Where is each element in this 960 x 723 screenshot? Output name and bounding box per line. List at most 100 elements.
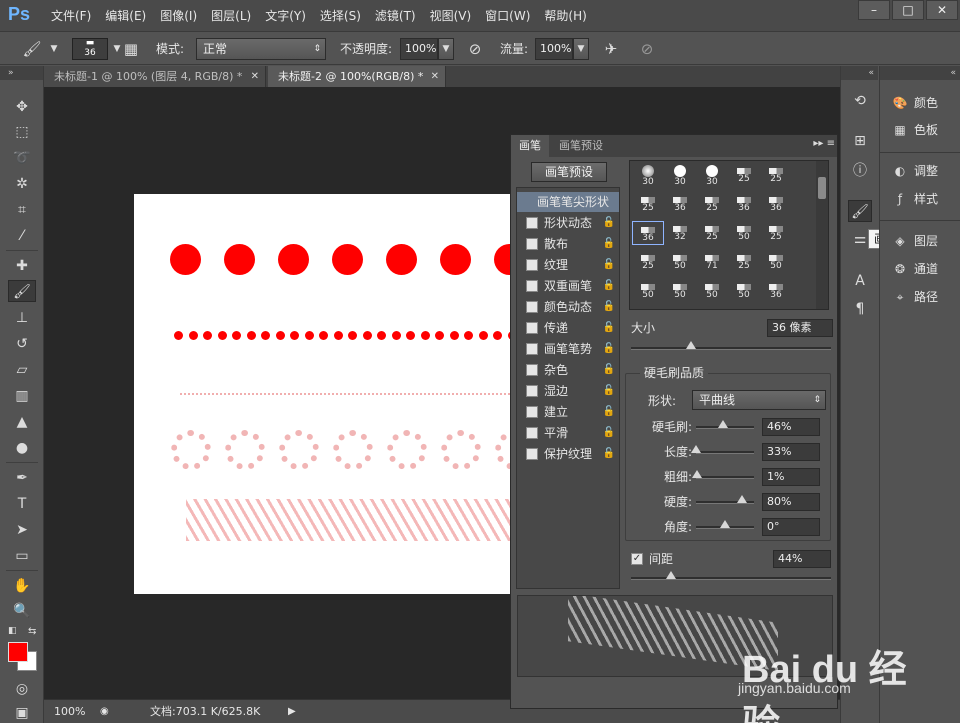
brush-setting-row[interactable]: 形状动态 🔓: [517, 213, 619, 233]
slider-knob[interactable]: [691, 470, 702, 478]
brush-tip[interactable]: 36: [632, 221, 664, 245]
history-panel-icon[interactable]: ⟲: [848, 90, 872, 112]
brush-tool-icon[interactable]: 🖌: [8, 280, 36, 302]
brush-panel-icon[interactable]: 🖌: [848, 200, 872, 222]
lock-icon[interactable]: 🔓: [603, 402, 615, 422]
maximize-icon[interactable]: □: [892, 0, 924, 20]
document-canvas[interactable]: [134, 194, 514, 594]
menu-layer[interactable]: 图层(L): [204, 0, 258, 32]
brush-tip[interactable]: 50: [728, 279, 760, 303]
share-icon[interactable]: ◉: [100, 703, 114, 721]
status-menu-arrow-icon[interactable]: ▶: [288, 703, 302, 721]
flow-dropdown-icon[interactable]: ▼: [573, 38, 589, 60]
dodge-tool-icon[interactable]: ●: [8, 437, 36, 459]
panel-color[interactable]: 🎨 颜色: [890, 92, 939, 114]
move-tool-icon[interactable]: ✥: [8, 96, 36, 118]
lock-icon[interactable]: 🔓: [603, 318, 615, 338]
gradient-tool-icon[interactable]: ▥: [8, 385, 36, 407]
brush-setting-row[interactable]: 散布 🔓: [517, 234, 619, 254]
collapse-dock-icon[interactable]: «: [841, 66, 878, 80]
brush-tip[interactable]: 50: [664, 250, 696, 274]
airbrush-icon[interactable]: ✈: [600, 38, 622, 60]
panel-adjustments[interactable]: ◐ 调整: [890, 160, 938, 182]
brush-tip[interactable]: 36: [664, 192, 696, 216]
foreground-color-swatch[interactable]: [8, 642, 28, 662]
panel-channels[interactable]: ❂ 通道: [890, 258, 938, 280]
tip-grid-scrollbar[interactable]: [816, 161, 828, 309]
opacity-input[interactable]: 100%: [400, 38, 438, 60]
param-input[interactable]: 1%: [762, 468, 820, 486]
slider-knob[interactable]: [717, 420, 728, 428]
menu-window[interactable]: 窗口(W): [478, 0, 537, 32]
paragraph-panel-icon[interactable]: ¶: [848, 298, 872, 320]
brush-tip[interactable]: 25: [760, 221, 792, 245]
brush-setting-row[interactable]: 湿边 🔓: [517, 381, 619, 401]
panel-layers[interactable]: ◈ 图层: [890, 230, 938, 252]
param-slider[interactable]: [691, 470, 754, 479]
size-input[interactable]: 36 像素: [767, 319, 833, 337]
screen-mode-icon[interactable]: ▣: [8, 702, 36, 723]
slider-knob[interactable]: [666, 571, 676, 579]
setting-checkbox[interactable]: [526, 427, 538, 439]
scrollbar-thumb[interactable]: [818, 177, 826, 199]
tool-preset-chevron-icon[interactable]: ▼: [48, 38, 60, 60]
brush-setting-row[interactable]: 保护纹理 🔓: [517, 444, 619, 464]
pen-tool-icon[interactable]: ✒: [8, 467, 36, 489]
size-slider[interactable]: [631, 341, 831, 350]
brush-setting-row[interactable]: 平滑 🔓: [517, 423, 619, 443]
brush-size-preview[interactable]: ▬ 36: [72, 38, 108, 60]
brush-presets-button[interactable]: 画笔预设: [531, 162, 607, 182]
hand-tool-icon[interactable]: ✋: [8, 575, 36, 597]
mode-select[interactable]: 正常 ⇕: [196, 38, 326, 60]
menu-filter[interactable]: 滤镜(T): [368, 0, 423, 32]
brush-tip[interactable]: 25: [760, 163, 792, 187]
brush-setting-row[interactable]: 纹理 🔓: [517, 255, 619, 275]
brush-tip[interactable]: 25: [696, 192, 728, 216]
healing-brush-tool-icon[interactable]: ✚: [8, 255, 36, 277]
lock-icon[interactable]: 🔓: [603, 255, 615, 275]
lock-icon[interactable]: 🔓: [603, 444, 615, 464]
setting-checkbox[interactable]: [526, 259, 538, 271]
eyedropper-tool-icon[interactable]: ⁄: [8, 225, 36, 247]
clone-stamp-tool-icon[interactable]: ⊥: [8, 307, 36, 329]
param-input[interactable]: 46%: [762, 418, 820, 436]
slider-knob[interactable]: [691, 445, 701, 453]
brush-setting-row[interactable]: 画笔笔势 🔓: [517, 339, 619, 359]
pressure-size-icon[interactable]: ⊘: [636, 38, 658, 60]
history-brush-tool-icon[interactable]: ↺: [8, 333, 36, 355]
lock-icon[interactable]: 🔓: [603, 423, 615, 443]
brush-setting-row[interactable]: 颜色动态 🔓: [517, 297, 619, 317]
lock-icon[interactable]: 🔓: [603, 234, 615, 254]
setting-checkbox[interactable]: [526, 364, 538, 376]
path-selection-tool-icon[interactable]: ➤: [8, 519, 36, 541]
spacing-input[interactable]: 44%: [773, 550, 831, 568]
param-input[interactable]: 0°: [762, 518, 820, 536]
menu-file[interactable]: 文件(F): [44, 0, 98, 32]
setting-checkbox[interactable]: [526, 343, 538, 355]
brush-tip[interactable]: 30: [632, 163, 664, 187]
slider-knob[interactable]: [686, 341, 696, 349]
brush-tip[interactable]: 25: [632, 250, 664, 274]
menu-select[interactable]: 选择(S): [313, 0, 368, 32]
brush-tip[interactable]: 25: [728, 163, 760, 187]
opacity-dropdown-icon[interactable]: ▼: [438, 38, 454, 60]
menu-image[interactable]: 图像(I): [153, 0, 204, 32]
brush-tip[interactable]: 50: [664, 279, 696, 303]
menu-help[interactable]: 帮助(H): [537, 0, 593, 32]
brush-setting-row[interactable]: 画笔笔尖形状: [517, 192, 619, 212]
setting-checkbox[interactable]: [526, 385, 538, 397]
menu-view[interactable]: 视图(V): [423, 0, 479, 32]
param-slider[interactable]: [696, 495, 754, 504]
default-colors-icon[interactable]: ◧: [8, 626, 17, 636]
tab-brush-presets[interactable]: 画笔预设: [551, 135, 611, 157]
setting-checkbox[interactable]: [526, 406, 538, 418]
spacing-checkbox[interactable]: ✓: [631, 553, 643, 565]
slider-knob[interactable]: [737, 495, 748, 503]
brush-setting-row[interactable]: 建立 🔓: [517, 402, 619, 422]
close-icon[interactable]: ✕: [926, 0, 958, 20]
menu-type[interactable]: 文字(Y): [258, 0, 313, 32]
brush-tip[interactable]: 36: [760, 192, 792, 216]
panel-paths[interactable]: ⌖ 路径: [890, 286, 938, 308]
brush-tool-icon[interactable]: 🖌: [18, 38, 46, 60]
magic-wand-tool-icon[interactable]: ✲: [8, 173, 36, 195]
